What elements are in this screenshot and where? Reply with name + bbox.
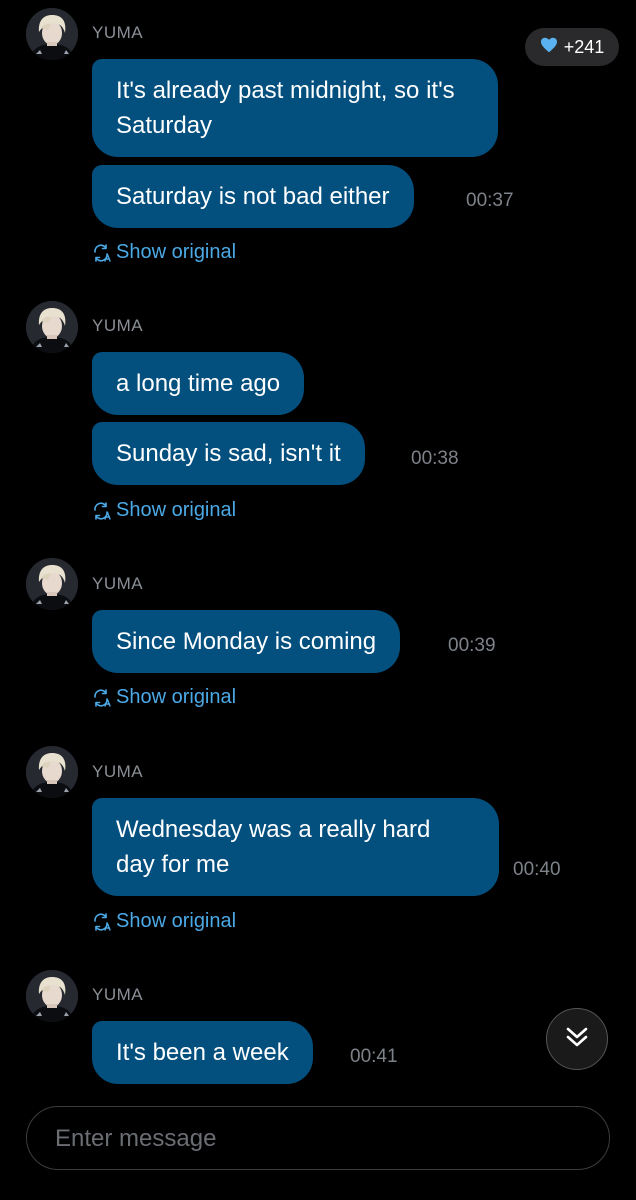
timestamp: 00:38: [411, 448, 459, 469]
avatar[interactable]: [26, 746, 78, 798]
heart-icon: [540, 37, 558, 58]
message-bubble[interactable]: Since Monday is coming: [92, 610, 401, 673]
sender-name: YUMA: [92, 574, 144, 593]
timestamp: 00:41: [350, 1046, 398, 1067]
show-original-link[interactable]: Show original: [92, 499, 236, 522]
scroll-to-bottom-button[interactable]: [546, 1008, 608, 1070]
message-bubble[interactable]: a long time ago: [92, 352, 305, 415]
sender-name: YUMA: [92, 985, 144, 1004]
show-original-label: Show original: [116, 241, 237, 263]
avatar[interactable]: [26, 558, 78, 610]
avatar[interactable]: [26, 8, 78, 60]
message-bubble[interactable]: It's already past midnight, so it's Satu…: [92, 59, 498, 157]
show-original-link[interactable]: Show original: [92, 910, 236, 933]
avatar[interactable]: [26, 301, 78, 353]
show-original-label: Show original: [116, 910, 237, 932]
show-original-link[interactable]: Show original: [92, 241, 236, 264]
sender-name: YUMA: [92, 316, 144, 335]
translate-icon: [92, 243, 112, 262]
likes-badge[interactable]: +241: [525, 28, 619, 66]
message-bubble[interactable]: Saturday is not bad either: [92, 165, 414, 228]
translate-icon: [92, 688, 112, 707]
sender-name: YUMA: [92, 762, 144, 781]
timestamp: 00:40: [513, 859, 561, 880]
show-original-label: Show original: [116, 686, 237, 708]
show-original-link[interactable]: Show original: [92, 686, 236, 709]
avatar[interactable]: [26, 970, 78, 1022]
message-bubble[interactable]: Wednesday was a really hard day for me: [92, 798, 499, 896]
message-input[interactable]: [53, 1107, 587, 1170]
likes-count: +241: [563, 36, 605, 57]
translate-icon: [92, 912, 112, 931]
timestamp: 00:39: [448, 635, 496, 656]
message-bubble[interactable]: It's been a week: [92, 1021, 313, 1084]
sender-name: YUMA: [92, 23, 144, 42]
translate-icon: [92, 501, 112, 520]
double-chevron-down-icon: [564, 1024, 590, 1055]
message-composer: [26, 1106, 610, 1170]
show-original-label: Show original: [116, 499, 237, 521]
timestamp: 00:37: [466, 190, 514, 211]
message-bubble[interactable]: Sunday is sad, isn't it: [92, 422, 365, 485]
